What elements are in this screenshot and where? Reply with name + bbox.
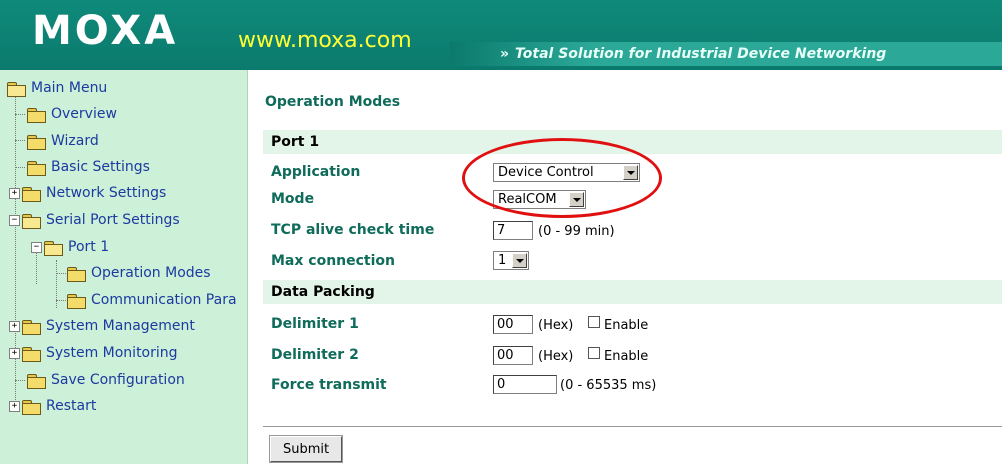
dropdown-arrow-icon [623,165,638,180]
sidebar-item-label: Operation Modes [91,265,211,281]
sidebar-tree: Main Menu Overview Wizard Basic Settings… [0,70,248,464]
sidebar-item-label: System Management [46,318,195,334]
application-select[interactable]: Device Control [493,163,640,182]
sidebar-item-label: Communication Para [91,292,237,308]
sidebar-item-label: Port 1 [68,239,110,255]
folder-icon [27,107,46,123]
tree-line [56,300,66,301]
sidebar-item-communication-parameters[interactable]: Communication Para [67,289,237,311]
collapse-minus-icon[interactable]: − [31,241,42,253]
sidebar-item-serial-port-settings[interactable]: − Serial Port Settings [9,209,180,231]
mode-select[interactable]: RealCOM [493,190,586,209]
force-transmit-range-hint: (0 - 65535 ms) [560,378,657,393]
section-port-1: Port 1 [263,130,1002,154]
sidebar-item-label: Main Menu [31,80,108,96]
tagline: » Total Solution for Industrial Device Ne… [500,46,886,62]
max-connection-label: Max connection [271,253,396,269]
main-content: Operation Modes Port 1 Application Devic… [248,70,1002,464]
sidebar-item-system-management[interactable]: + System Management [9,315,195,337]
folder-icon [27,160,46,176]
expand-plus-icon[interactable]: + [9,187,20,199]
folder-open-icon [22,213,41,229]
expand-plus-icon[interactable]: + [9,347,20,359]
sidebar-item-save-configuration[interactable]: Save Configuration [27,369,185,391]
delimiter-1-hex-label: (Hex) [538,318,574,333]
folder-open-icon [7,81,26,97]
folder-icon [22,319,41,335]
double-chevron-icon: » [500,46,510,62]
delimiter-1-enable-checkbox[interactable] [588,316,600,328]
delimiter-2-enable-checkbox[interactable] [588,347,600,359]
sidebar-item-label: Network Settings [46,185,167,201]
mode-label: Mode [271,191,315,207]
tcp-alive-check-time-input[interactable]: 7 [493,221,533,240]
force-transmit-input[interactable]: 0 [493,375,557,394]
tree-line [56,273,66,274]
tree-line [15,380,25,381]
tree-line [15,167,25,168]
delimiter-2-enable-label: Enable [604,349,649,364]
sidebar-item-label: Overview [51,106,117,122]
folder-icon [22,399,41,415]
submit-button[interactable]: Submit [270,436,343,462]
delimiter-2-label: Delimiter 2 [271,347,359,363]
delimiter-1-enable-label: Enable [604,318,649,333]
sidebar-item-network-settings[interactable]: + Network Settings [9,182,166,204]
tcp-alive-check-time-label: TCP alive check time [271,222,435,238]
application-label: Application [271,164,361,180]
sidebar-item-label: Serial Port Settings [46,212,180,228]
delimiter-1-label: Delimiter 1 [271,316,359,332]
delimiter-2-hex-label: (Hex) [538,349,574,364]
max-connection-value: 1 [498,253,507,268]
folder-icon [22,346,41,362]
tree-line [15,114,25,115]
folder-icon [22,186,41,202]
page-title: Operation Modes [265,94,401,110]
tcp-alive-range-hint: (0 - 99 min) [538,224,615,239]
form-divider [263,426,1002,427]
sidebar-item-wizard[interactable]: Wizard [27,130,99,152]
sidebar-item-label: Wizard [51,133,99,149]
folder-icon [67,293,86,309]
sidebar-item-main-menu[interactable]: Main Menu [7,77,107,99]
sidebar-item-restart[interactable]: + Restart [9,395,96,417]
expand-plus-icon[interactable]: + [9,320,20,332]
sidebar-item-basic-settings[interactable]: Basic Settings [27,156,150,178]
header-banner: MOXA www.moxa.com » Total Solution for In… [0,0,1002,70]
tree-line [15,140,25,141]
folder-icon [27,373,46,389]
expand-plus-icon[interactable]: + [9,400,20,412]
sidebar-item-operation-modes[interactable]: Operation Modes [67,262,211,284]
delimiter-2-input[interactable]: 00 [493,346,533,365]
moxa-logo: MOXA [32,8,179,54]
section-data-packing: Data Packing [263,280,1002,304]
delimiter-1-input[interactable]: 00 [493,315,533,334]
force-transmit-label: Force transmit [271,377,387,393]
dropdown-arrow-icon [569,192,584,207]
sidebar-item-port-1[interactable]: − Port 1 [31,236,109,258]
collapse-minus-icon[interactable]: − [9,214,20,226]
sidebar-item-label: System Monitoring [46,345,178,361]
folder-icon [67,266,86,282]
folder-open-icon [44,240,63,256]
max-connection-select[interactable]: 1 [493,251,529,270]
mode-select-value: RealCOM [498,192,557,207]
dropdown-arrow-icon [512,253,527,268]
moxa-url: www.moxa.com [238,28,412,53]
sidebar-item-label: Restart [46,398,97,414]
sidebar-item-system-monitoring[interactable]: + System Monitoring [9,342,178,364]
sidebar-item-overview[interactable]: Overview [27,103,117,125]
tagline-text: Total Solution for Industrial Device Net… [515,46,887,62]
sidebar-item-label: Save Configuration [51,372,185,388]
application-select-value: Device Control [498,165,594,180]
folder-icon [27,134,46,150]
sidebar-item-label: Basic Settings [51,159,150,175]
